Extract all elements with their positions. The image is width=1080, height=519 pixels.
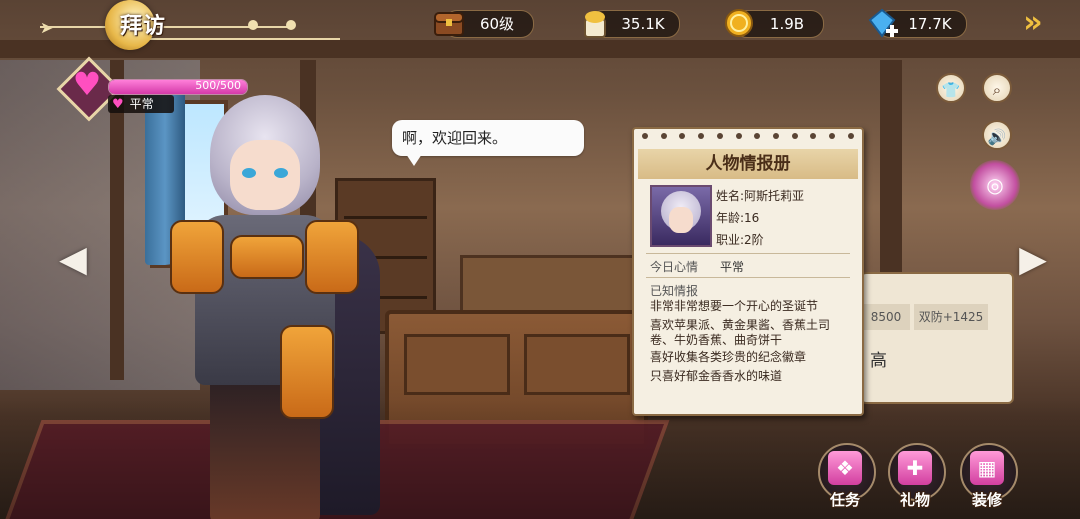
shoulder-armor: [305, 220, 359, 294]
affection-value: 500/500: [195, 79, 241, 92]
page-title-banner: ➤ 拜访: [40, 0, 340, 50]
profile-job: 职业:2阶: [716, 233, 764, 247]
info-fact: 只喜好郁金香香水的味道: [650, 369, 783, 383]
arm-armor: [280, 325, 334, 419]
sound-button[interactable]: 🔊: [982, 120, 1012, 150]
search-icon: ⌕: [992, 81, 1002, 99]
ring-icon: ◎: [986, 173, 1004, 197]
profile-card: 人物情报册 姓名:阿斯托莉亚 年龄:16 职业:2阶 今日心情 平常 已知情报 非…: [632, 127, 864, 416]
double-chevron-right-icon: »: [1023, 5, 1043, 40]
mood-badge-label: 平常: [129, 97, 154, 111]
chest-armor: [230, 235, 304, 279]
wood-pillar: [880, 60, 902, 290]
profile-card-title: 人物情报册: [638, 149, 858, 179]
character-portrait: [650, 185, 712, 247]
heart-icon: ♥: [72, 65, 102, 103]
profile-mood-label: 今日心情: [650, 260, 699, 274]
gift-box-icon: ✚: [898, 451, 932, 485]
card-binding-rings: [642, 133, 854, 143]
profile-mood-row: 今日心情 平常: [650, 258, 744, 275]
shoulder-armor: [170, 220, 224, 294]
quest-book-icon: ❖: [828, 451, 862, 485]
card-divider: [646, 277, 850, 278]
page-title: 拜访: [120, 14, 167, 39]
decorate-button[interactable]: ▦ 装修: [956, 443, 1018, 509]
speaker-icon: 🔊: [987, 128, 1007, 146]
next-character-button[interactable]: ▶: [1018, 240, 1048, 280]
affection-bar: 500/500: [108, 79, 248, 95]
title-ornament-dot: [286, 20, 296, 30]
profile-name: 姓名:阿斯托莉亚: [716, 189, 805, 203]
visit-scene: ➤ 拜访 60级 35.1K 1.9B 17.7K » ♥: [0, 0, 1080, 519]
gold-coin-icon: [721, 5, 757, 41]
gold-counter[interactable]: 1.9B: [725, 9, 824, 38]
profile-mood-value: 平常: [720, 260, 745, 274]
food-bowl-icon: [577, 5, 613, 41]
quest-button[interactable]: ❖ 任务: [814, 443, 876, 509]
mood-badge: ♥ 平常: [108, 95, 174, 113]
info-fact: 喜欢苹果派、黄金果酱、香蕉土司卷、牛奶香蕉、曲奇饼干: [650, 318, 831, 347]
stat-value-a: 8500: [862, 304, 910, 330]
small-heart-icon: ♥: [112, 97, 124, 112]
gift-button[interactable]: ✚ 礼物: [884, 443, 946, 509]
title-ornament: [140, 38, 340, 40]
character-face: [230, 140, 300, 210]
ring-button[interactable]: ◎: [970, 160, 1020, 210]
profile-age: 年龄:16: [716, 211, 760, 225]
stats-panel: 8500 双防+1425 高: [860, 272, 1014, 404]
card-divider: [646, 253, 850, 254]
gift-button-label: 礼物: [899, 491, 930, 509]
diamond-plus-icon: [864, 5, 900, 41]
back-button[interactable]: »: [1008, 6, 1058, 40]
stat-value-c: 高: [870, 351, 887, 371]
prev-character-button[interactable]: ◀: [58, 240, 88, 280]
known-info-label: 已知情报: [650, 284, 699, 298]
info-fact: 喜好收集各类珍贵的纪念徽章: [650, 350, 807, 364]
food-counter[interactable]: 35.1K: [584, 10, 680, 38]
chevron-left-icon: ◀: [59, 239, 87, 280]
quest-button-label: 任务: [829, 491, 860, 509]
outfit-button[interactable]: 👕: [936, 73, 966, 103]
character-sprite[interactable]: [150, 95, 380, 519]
writing-desk: [460, 255, 636, 316]
shirt-icon: 👕: [941, 81, 961, 99]
furniture-icon: ▦: [970, 451, 1004, 485]
diamond-counter[interactable]: 17.7K: [868, 8, 967, 38]
stat-value-b: 双防+1425: [914, 304, 988, 330]
decorate-button-label: 装修: [971, 491, 1002, 509]
level-counter[interactable]: 60级: [434, 10, 534, 38]
info-fact: 非常非常想要一个开心的圣诞节: [650, 299, 819, 313]
search-button[interactable]: ⌕: [982, 73, 1012, 103]
title-ornament-dot: [248, 20, 258, 30]
chevron-right-icon: ▶: [1019, 239, 1047, 280]
treasure-chest-icon: [431, 5, 467, 41]
speech-bubble[interactable]: 啊，欢迎回来。: [392, 120, 584, 166]
